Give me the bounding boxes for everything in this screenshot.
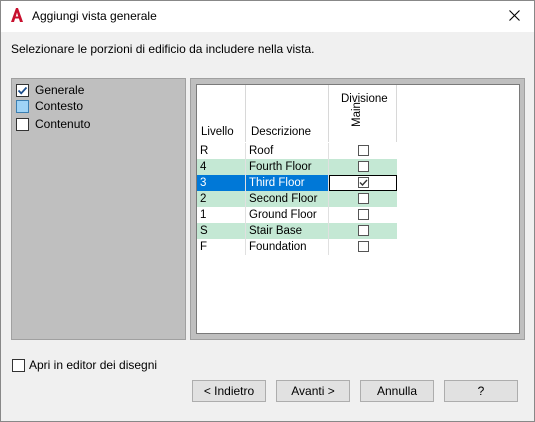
levels-grid: Livello Descrizione Divisione Main R Roo… xyxy=(196,84,520,334)
instruction-text: Selezionare le porzioni di edificio da i… xyxy=(11,42,315,56)
division-checkbox[interactable] xyxy=(358,209,369,220)
close-button[interactable] xyxy=(494,1,534,32)
division-checkbox[interactable] xyxy=(358,161,369,172)
autocad-a-icon xyxy=(9,7,25,23)
tree-item-label: Generale xyxy=(35,83,85,97)
level-cell: 3 xyxy=(197,175,246,191)
level-cell: 1 xyxy=(197,207,246,223)
column-header-division[interactable]: Divisione Main xyxy=(329,85,397,142)
description-cell: Ground Floor xyxy=(246,207,329,223)
tree-item-label: Contenuto xyxy=(35,117,91,131)
description-cell: Stair Base xyxy=(246,223,329,239)
dialog-window: Aggiungi vista generale Selezionare le p… xyxy=(0,0,535,422)
level-cell: F xyxy=(197,239,246,255)
title-bar: Aggiungi vista generale xyxy=(1,1,534,32)
building-parts-tree: Generale Contesto Contenuto xyxy=(11,78,186,340)
open-in-editor-label: Apri in editor dei disegni xyxy=(29,358,158,372)
table-row-selected[interactable]: 3 Third Floor xyxy=(197,175,397,191)
column-header-label: Descrizione xyxy=(251,126,312,138)
checkbox-unchecked-icon[interactable] xyxy=(12,358,25,372)
help-button[interactable]: ? xyxy=(444,380,518,402)
description-cell: Fourth Floor xyxy=(246,159,329,175)
column-header-level[interactable]: Livello xyxy=(197,85,246,142)
window-title: Aggiungi vista generale xyxy=(32,9,157,23)
open-in-editor-checkbox[interactable]: Apri in editor dei disegni xyxy=(12,358,157,372)
table-row[interactable]: F Foundation xyxy=(197,239,397,255)
division-checkbox[interactable] xyxy=(358,225,369,236)
division-checkbox[interactable] xyxy=(358,193,369,204)
table-row[interactable]: R Roof xyxy=(197,143,397,159)
tree-item-contenuto[interactable]: Contenuto xyxy=(16,116,90,132)
column-header-label: Main xyxy=(351,102,363,127)
levels-panel: Livello Descrizione Divisione Main R Roo… xyxy=(190,78,525,340)
cancel-button[interactable]: Annulla xyxy=(360,380,434,402)
level-cell: 4 xyxy=(197,159,246,175)
description-cell: Second Floor xyxy=(246,191,329,207)
level-cell: 2 xyxy=(197,191,246,207)
checkbox-partial-icon[interactable] xyxy=(16,99,29,113)
division-checkbox[interactable] xyxy=(358,177,369,188)
tree-item-contesto[interactable]: Contesto xyxy=(16,98,83,114)
column-header-description[interactable]: Descrizione xyxy=(246,85,329,142)
description-cell: Roof xyxy=(246,143,329,159)
table-row[interactable]: S Stair Base xyxy=(197,223,397,239)
description-cell: Third Floor xyxy=(246,175,329,191)
checkbox-unchecked-icon[interactable] xyxy=(16,117,29,131)
next-button[interactable]: Avanti > xyxy=(276,380,350,402)
checkbox-checked-icon[interactable] xyxy=(16,83,29,97)
table-row[interactable]: 4 Fourth Floor xyxy=(197,159,397,175)
back-button[interactable]: < Indietro xyxy=(192,380,266,402)
tree-item-generale[interactable]: Generale xyxy=(16,82,84,98)
description-cell: Foundation xyxy=(246,239,329,255)
table-row[interactable]: 1 Ground Floor xyxy=(197,207,397,223)
level-cell: S xyxy=(197,223,246,239)
group-header-label: Divisione xyxy=(341,93,388,105)
level-cell: R xyxy=(197,143,246,159)
division-checkbox[interactable] xyxy=(358,145,369,156)
column-header-label: Livello xyxy=(201,126,234,138)
table-row[interactable]: 2 Second Floor xyxy=(197,191,397,207)
division-checkbox[interactable] xyxy=(358,241,369,252)
close-icon xyxy=(508,9,520,24)
tree-item-label: Contesto xyxy=(35,99,84,113)
